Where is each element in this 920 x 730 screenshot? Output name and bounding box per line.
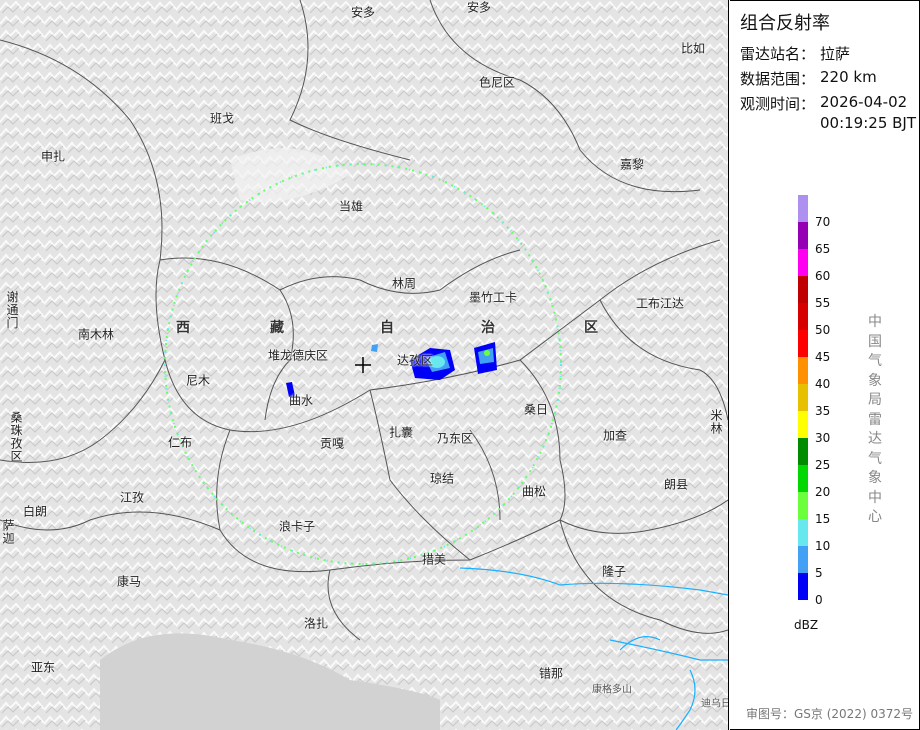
- legend-tick: 70: [815, 215, 831, 229]
- place-label: 仁布: [167, 435, 193, 450]
- date-value: 2026-04-02: [820, 93, 908, 111]
- place-label: 米林: [709, 409, 723, 435]
- legend-swatch: [798, 438, 808, 465]
- place-label: 扎囊: [388, 425, 414, 440]
- legend-swatch: [798, 303, 808, 330]
- legend-tick: 40: [815, 377, 831, 391]
- place-label: 申扎: [40, 149, 66, 164]
- place-label: 林周: [391, 276, 417, 291]
- place-label: 朗县: [663, 477, 689, 492]
- place-label: 桑日: [523, 402, 549, 417]
- legend-swatch: [798, 276, 808, 303]
- legend-tick: 30: [815, 431, 831, 445]
- place-label: 工布江达: [635, 296, 685, 311]
- station-label: 雷达站名：: [740, 45, 816, 63]
- place-label: 班戈: [209, 111, 235, 126]
- radar-map[interactable]: 安多 安多比如色尼区班戈申扎嘉黎当雄林周墨竹工卡 工布江达 谢通门南木林 西 藏 自 治 区堆龙…: [0, 0, 729, 730]
- place-label: 错那: [538, 666, 564, 681]
- place-label: 墨竹工卡: [468, 290, 518, 305]
- place-label: 加查: [602, 428, 628, 443]
- place-label: 谢通门: [5, 290, 19, 330]
- map-graphics: [0, 0, 728, 730]
- station-row: 雷达站名： 拉萨: [740, 43, 850, 64]
- place-label: 贡嘎: [319, 436, 345, 451]
- organization-label: 中国气象局雷达气象中心: [868, 314, 882, 525]
- place-label: 康马: [116, 574, 142, 589]
- time-value: 00:19:25 BJT: [820, 114, 917, 132]
- product-title: 组合反射率: [740, 13, 830, 34]
- legend-unit: dBZ: [794, 618, 819, 632]
- legend-swatch: [798, 195, 808, 222]
- place-label: 白朗: [22, 504, 48, 519]
- place-label: 安多: [350, 5, 376, 20]
- place-label: 自: [380, 320, 394, 336]
- range-row: 数据范围： 220 km: [740, 68, 877, 89]
- place-label: 治: [481, 320, 495, 336]
- legend-tick: 20: [815, 485, 831, 499]
- time-label: 观测时间：: [740, 95, 816, 113]
- map-approval-number: 审图号：GS京 (2022) 0372号: [746, 707, 913, 721]
- legend-tick: 10: [815, 539, 831, 553]
- legend-swatch: [798, 546, 808, 573]
- legend-tick: 25: [815, 458, 831, 472]
- place-label: 当雄: [338, 199, 364, 214]
- place-label: 隆子: [601, 564, 627, 579]
- legend-swatch: [798, 249, 808, 276]
- legend-swatch: [798, 222, 808, 249]
- place-label: 比如: [680, 41, 706, 56]
- place-label: 桑珠孜区: [9, 411, 23, 463]
- legend-tick: 35: [815, 404, 831, 418]
- legend-swatch: [798, 357, 808, 384]
- legend-swatch: [798, 519, 808, 546]
- place-label: 曲松: [521, 484, 547, 499]
- place-label: 康格多山: [592, 684, 632, 696]
- legend-tick: 15: [815, 512, 831, 526]
- legend-tick: 60: [815, 269, 831, 283]
- place-label: 洛扎: [303, 616, 329, 631]
- info-panel: 组合反射率 雷达站名： 拉萨 数据范围： 220 km 观测时间： 2026-04-0…: [730, 0, 920, 730]
- legend-swatch: [798, 411, 808, 438]
- place-label: 安多: [466, 0, 492, 15]
- legend-swatch: [798, 465, 808, 492]
- place-label: 嘉黎: [619, 157, 645, 172]
- legend-tick: 5: [815, 566, 823, 580]
- legend-swatch: [798, 330, 808, 357]
- range-label: 数据范围：: [740, 70, 816, 88]
- place-label: 迪乌日: [701, 698, 729, 710]
- legend-swatch: [798, 384, 808, 411]
- place-label: 堆龙德庆区: [267, 348, 329, 363]
- place-label: 亚东: [30, 660, 56, 675]
- place-label: 达孜区: [396, 353, 434, 368]
- place-label: 乃东区: [436, 431, 474, 446]
- place-label: 区: [584, 320, 598, 336]
- legend-swatch: [798, 573, 808, 600]
- legend-tick: 65: [815, 242, 831, 256]
- place-label: 浪卡子: [278, 519, 316, 534]
- place-label: 色尼区: [478, 75, 516, 90]
- time-row: 观测时间： 2026-04-02 00:19:25 BJT: [740, 93, 916, 132]
- place-label: 江孜: [119, 490, 145, 505]
- place-label: 西: [176, 320, 190, 336]
- range-value: 220 km: [820, 68, 877, 86]
- place-label: 萨迦: [1, 519, 15, 545]
- place-label: 南木林: [77, 327, 115, 342]
- place-label: 曲水: [288, 393, 314, 408]
- legend-swatch: [798, 492, 808, 519]
- place-label: 琼结: [429, 471, 455, 486]
- legend-tick: 55: [815, 296, 831, 310]
- place-label: 尼木: [185, 373, 211, 388]
- legend-tick: 45: [815, 350, 831, 364]
- place-label: 措美: [421, 552, 447, 567]
- legend-tick: 50: [815, 323, 831, 337]
- station-value: 拉萨: [820, 45, 851, 63]
- place-label: 藏: [270, 320, 284, 336]
- legend-tick: 0: [815, 593, 823, 607]
